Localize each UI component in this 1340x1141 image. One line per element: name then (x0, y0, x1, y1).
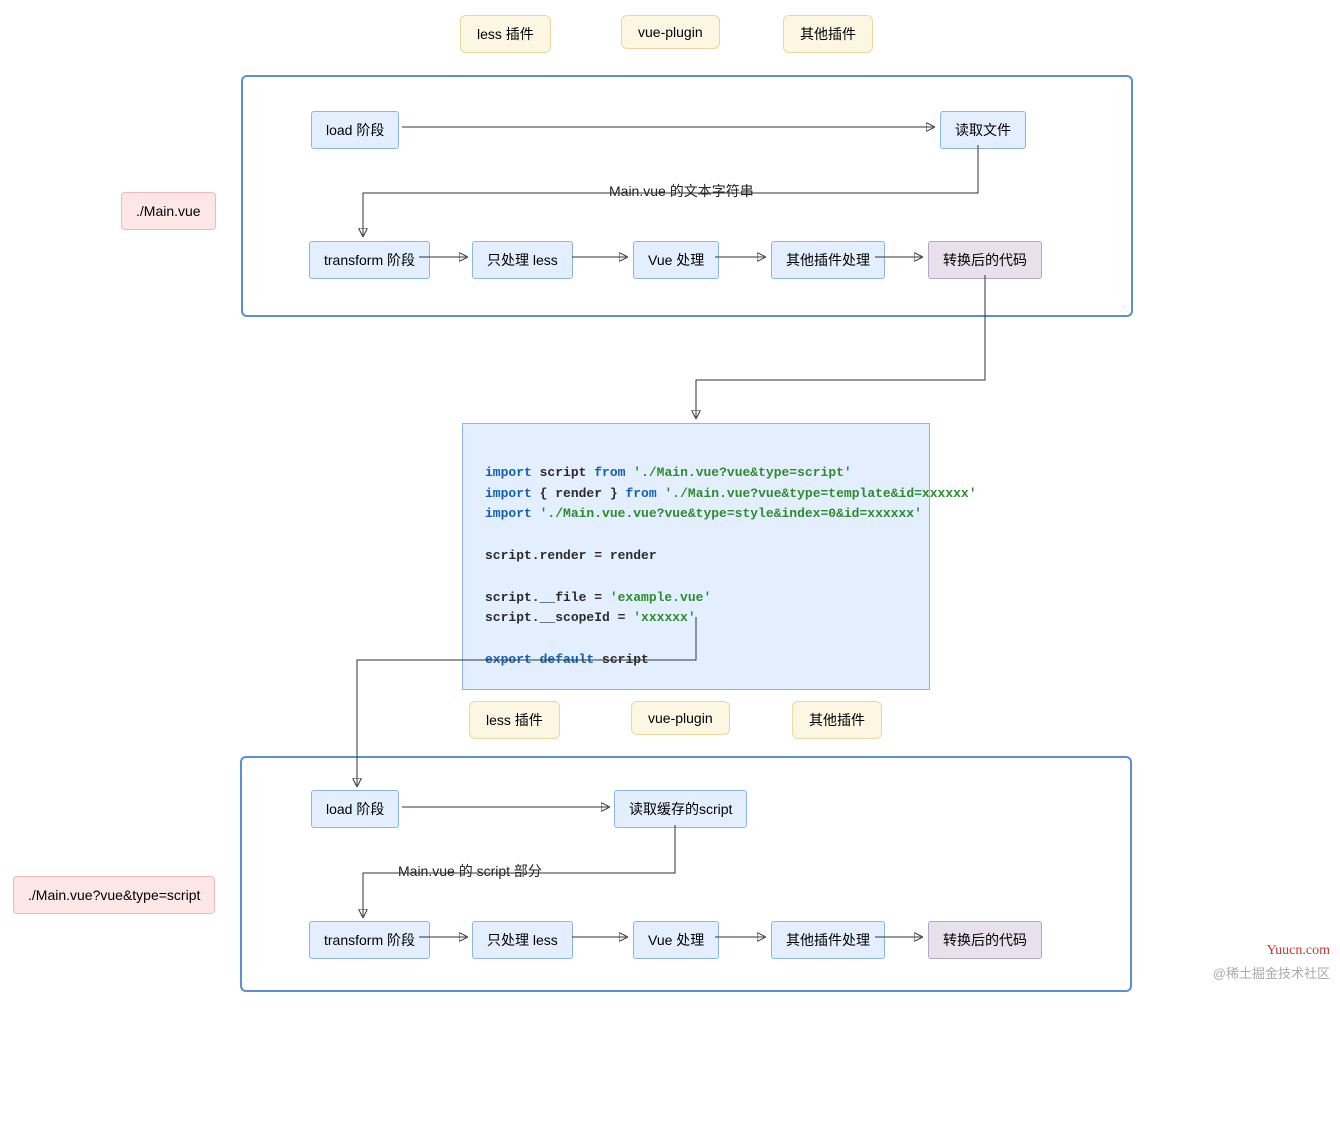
label: transform 阶段 (324, 250, 415, 270)
label: vue-plugin (638, 24, 703, 40)
label: less 插件 (477, 24, 534, 44)
str: 'xxxxxx' (633, 610, 695, 625)
label: 转换后的代码 (943, 250, 1027, 270)
transform-stage-1: transform 阶段 (309, 241, 430, 279)
label: 转换后的代码 (943, 930, 1027, 950)
kw: import (485, 465, 532, 480)
edge-label-1: Main.vue 的文本字符串 (609, 181, 754, 201)
ident: { render } (540, 486, 618, 501)
kw: import (485, 506, 532, 521)
other-proc-1: 其他插件处理 (771, 241, 885, 279)
str: './Main.vue.vue?vue&type=style&index=0&i… (540, 506, 922, 521)
only-less-1: 只处理 less (472, 241, 573, 279)
label: 只处理 less (487, 250, 558, 270)
watermark-xitu: @稀土掘金技术社区 (1213, 963, 1330, 982)
line: script.render = render (485, 548, 657, 563)
plugin-vue-1: vue-plugin (621, 15, 720, 49)
plugin-other-1: 其他插件 (783, 15, 873, 53)
plugin-vue-2: vue-plugin (631, 701, 730, 735)
load-stage-1: load 阶段 (311, 111, 399, 149)
label: Vue 处理 (648, 250, 704, 270)
label: less 插件 (486, 710, 543, 730)
label: transform 阶段 (324, 930, 415, 950)
label: 其他插件 (809, 710, 865, 730)
label: 读取缓存的script (629, 799, 732, 819)
label: Vue 处理 (648, 930, 704, 950)
other-proc-2: 其他插件处理 (771, 921, 885, 959)
label: load 阶段 (326, 799, 384, 819)
read-file-1: 读取文件 (940, 111, 1026, 149)
kw: export (485, 652, 532, 667)
vue-proc-1: Vue 处理 (633, 241, 719, 279)
plugin-less-2: less 插件 (469, 701, 560, 739)
code-box: import script from './Main.vue?vue&type=… (462, 423, 930, 690)
label: ./Main.vue?vue&type=script (28, 887, 200, 903)
kw: import (485, 486, 532, 501)
load-stage-2: load 阶段 (311, 790, 399, 828)
file-label-main-vue-script: ./Main.vue?vue&type=script (13, 876, 215, 914)
plugin-other-2: 其他插件 (792, 701, 882, 739)
label: 其他插件 (800, 24, 856, 44)
plugin-less-1: less 插件 (460, 15, 551, 53)
kw: from (625, 486, 656, 501)
line: script.__file = (485, 590, 610, 605)
label: ./Main.vue (136, 203, 201, 219)
label: load 阶段 (326, 120, 384, 140)
transform-stage-2: transform 阶段 (309, 921, 430, 959)
str: 'example.vue' (610, 590, 711, 605)
kw: default (540, 652, 595, 667)
line: script.__scopeId = (485, 610, 633, 625)
only-less-2: 只处理 less (472, 921, 573, 959)
label: vue-plugin (648, 710, 713, 726)
label: 读取文件 (955, 120, 1011, 140)
str: './Main.vue?vue&type=script' (633, 465, 851, 480)
result-2: 转换后的代码 (928, 921, 1042, 959)
read-cache-2: 读取缓存的script (614, 790, 747, 828)
str: './Main.vue?vue&type=template&id=xxxxxx' (664, 486, 976, 501)
watermark-yuucn: Yuucn.com (1267, 943, 1330, 959)
label: 只处理 less (487, 930, 558, 950)
file-label-main-vue: ./Main.vue (121, 192, 216, 230)
edge-label-2: Main.vue 的 script 部分 (398, 861, 542, 881)
ident: script (540, 465, 587, 480)
vue-proc-2: Vue 处理 (633, 921, 719, 959)
result-1: 转换后的代码 (928, 241, 1042, 279)
label: 其他插件处理 (786, 930, 870, 950)
kw: from (594, 465, 625, 480)
ident: script (602, 652, 649, 667)
label: 其他插件处理 (786, 250, 870, 270)
